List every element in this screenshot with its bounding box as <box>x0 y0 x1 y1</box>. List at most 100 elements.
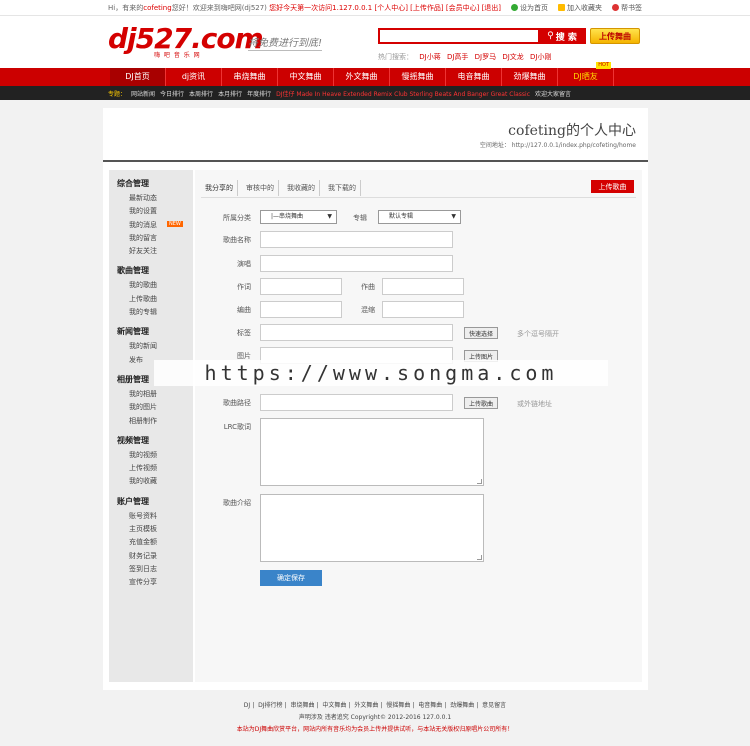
search-input[interactable] <box>378 28 538 44</box>
footer-link[interactable]: DJ <box>244 702 250 709</box>
tags-label: 标签 <box>237 329 251 337</box>
sidebar-item-my-album[interactable]: 我的相册 <box>117 388 193 401</box>
bookmark-link[interactable]: 帮书签 <box>612 3 642 13</box>
save-button[interactable]: 确定保存 <box>260 570 322 586</box>
nav-item-electronic[interactable]: 电音舞曲 <box>446 68 502 86</box>
upload-works-link[interactable]: [上传作品] <box>410 4 443 12</box>
search-button-label: 搜 索 <box>555 32 577 43</box>
sidebar-item-account-info[interactable]: 账号资料 <box>117 510 193 523</box>
sidebar-item-template[interactable]: 主页模板 <box>117 523 193 536</box>
sidebar-group-videos: 视频管理 我的视频 上传视频 我的收藏 <box>117 435 193 489</box>
space-address-link[interactable]: http://127.0.0.1/index.php/cofeting/home <box>512 142 636 149</box>
lrc-textarea[interactable] <box>260 418 484 486</box>
add-favorite-link[interactable]: 加入收藏夹 <box>558 3 602 13</box>
hot-keyword[interactable]: DJ文龙 <box>502 53 523 61</box>
category-select[interactable]: |—串烧舞曲 ▼ <box>260 210 337 224</box>
sub-nav: 专题： 网站新闻 今日排行 本周排行 本月排行 年度排行 DJ佳仔 Made I… <box>0 86 750 100</box>
subnav-label: 专题： <box>108 90 127 98</box>
hot-keyword[interactable]: DJ高手 <box>447 53 468 61</box>
mix-input[interactable] <box>382 301 464 318</box>
sidebar-item-recharge[interactable]: 充值金额 <box>117 536 193 549</box>
hot-keyword[interactable]: DJ罗马 <box>475 53 496 61</box>
upload-music-button[interactable]: 上传舞曲 <box>590 28 640 44</box>
arranger-input[interactable] <box>260 301 342 318</box>
footer-link[interactable]: 外文舞曲 <box>354 702 378 709</box>
subnav-item[interactable]: 年度排行 <box>247 89 271 98</box>
sidebar-item-my-favorites[interactable]: 我的收藏 <box>117 475 193 488</box>
composer-input[interactable] <box>382 278 464 295</box>
quick-select-button[interactable]: 快速选择 <box>464 327 498 339</box>
upload-song-file-button[interactable]: 上传歌曲 <box>464 397 498 409</box>
sidebar-item-my-news[interactable]: 我的新闻 <box>117 340 193 353</box>
footer-link[interactable]: 串烧舞曲 <box>290 702 314 709</box>
subnav-item[interactable]: 本月排行 <box>218 89 242 98</box>
sidebar-item-friends[interactable]: 好友关注 <box>117 245 193 258</box>
lyricist-label: 作词 <box>237 283 251 291</box>
footer-link[interactable]: 劲爆舞曲 <box>450 702 474 709</box>
nav-item-news[interactable]: dj资讯 <box>166 68 222 86</box>
arranger-label: 编曲 <box>237 306 251 314</box>
tab-shared[interactable]: 我分享的 <box>201 180 238 196</box>
greeting-text: Hi，有来的 <box>108 3 144 12</box>
footer-link[interactable]: 电音舞曲 <box>418 702 442 709</box>
song-name-input[interactable] <box>260 231 453 248</box>
category-value: |—串烧舞曲 <box>271 213 304 220</box>
footer-link[interactable]: 慢摇舞曲 <box>386 702 410 709</box>
nav-item-medley[interactable]: 串烧舞曲 <box>222 68 278 86</box>
scrolling-ticker[interactable]: DJ佳仔 Made In Heave Extended Remix Club S… <box>276 89 530 98</box>
intro-textarea[interactable] <box>260 494 484 562</box>
sidebar-item-finance[interactable]: 财务记录 <box>117 550 193 563</box>
nav-item-foreign[interactable]: 外文舞曲 <box>334 68 390 86</box>
song-path-input[interactable] <box>260 394 453 411</box>
hot-keyword[interactable]: DJ小刚 <box>530 53 551 61</box>
sidebar-item-album-make[interactable]: 相册制作 <box>117 415 193 428</box>
subnav-item[interactable]: 网站新闻 <box>131 89 155 98</box>
upload-song-button[interactable]: 上传歌曲 <box>591 180 634 193</box>
album-label: 专辑 <box>353 214 367 222</box>
site-logo[interactable]: dj527.com 嗨 吧 音 乐 网 <box>108 22 264 59</box>
tags-input[interactable] <box>260 324 453 341</box>
footer-link[interactable]: 中文舞曲 <box>322 702 346 709</box>
member-center-link[interactable]: [会员中心] <box>446 4 479 12</box>
subnav-tail[interactable]: 欢迎大家留言 <box>535 89 571 98</box>
tab-reviewing[interactable]: 审核中的 <box>242 180 279 196</box>
sidebar-item-settings[interactable]: 我的设置 <box>117 205 193 218</box>
sidebar-item-upload-video[interactable]: 上传视频 <box>117 462 193 475</box>
subnav-item[interactable]: 今日排行 <box>160 89 184 98</box>
sidebar-item-upload-song[interactable]: 上传歌曲 <box>117 293 193 306</box>
nav-item-dj-friends[interactable]: DJ晒友 HOT <box>558 62 614 86</box>
sidebar-item-my-photos[interactable]: 我的图片 <box>117 401 193 414</box>
nav-item-slow[interactable]: 慢摇舞曲 <box>390 68 446 86</box>
album-select[interactable]: 默认专辑 ▼ <box>378 210 461 224</box>
sidebar-item-messages[interactable]: 我的消息 NEW <box>117 219 193 232</box>
resize-handle[interactable] <box>477 479 482 484</box>
sidebar-item-my-songs[interactable]: 我的歌曲 <box>117 279 193 292</box>
sidebar-item-my-albums[interactable]: 我的专辑 <box>117 306 193 319</box>
nav-item-energetic[interactable]: 劲爆舞曲 <box>502 68 558 86</box>
set-homepage-link[interactable]: 设为首页 <box>511 3 548 13</box>
new-badge: NEW <box>167 220 183 227</box>
nav-item-home[interactable]: DJ首页 <box>110 68 166 86</box>
lyricist-input[interactable] <box>260 278 342 295</box>
sidebar-item-checkin[interactable]: 签到日志 <box>117 563 193 576</box>
main-nav: DJ首页 dj资讯 串烧舞曲 中文舞曲 外文舞曲 慢摇舞曲 电音舞曲 劲爆舞曲 … <box>0 62 750 86</box>
search-button[interactable]: ⚲ 搜 索 <box>538 28 586 44</box>
sidebar-item-guestbook[interactable]: 我的留言 <box>117 232 193 245</box>
footer-link[interactable]: DJ排行榜 <box>258 702 282 709</box>
footer-link[interactable]: 意见留言 <box>482 702 506 709</box>
singer-input[interactable] <box>260 255 453 272</box>
sidebar-item-my-videos[interactable]: 我的视频 <box>117 449 193 462</box>
hot-keyword[interactable]: DJ小蒋 <box>419 53 440 61</box>
sidebar-item-latest[interactable]: 最新动态 <box>117 192 193 205</box>
sidebar-item-share[interactable]: 宣传分享 <box>117 576 193 589</box>
sidebar-group-title: 视频管理 <box>117 435 149 445</box>
tab-favorited[interactable]: 我收藏的 <box>283 180 320 196</box>
sidebar-group-account: 账户管理 账号资料 主页模板 充值金额 财务记录 签到日志 宣传分享 <box>117 496 193 590</box>
personal-center-link[interactable]: [个人中心] <box>374 4 407 12</box>
tab-downloaded[interactable]: 我下载的 <box>324 180 361 196</box>
username-link[interactable]: cofeting <box>143 4 171 12</box>
logout-link[interactable]: [退出] <box>482 4 501 12</box>
nav-item-chinese[interactable]: 中文舞曲 <box>278 68 334 86</box>
subnav-item[interactable]: 本周排行 <box>189 89 213 98</box>
resize-handle[interactable] <box>477 555 482 560</box>
